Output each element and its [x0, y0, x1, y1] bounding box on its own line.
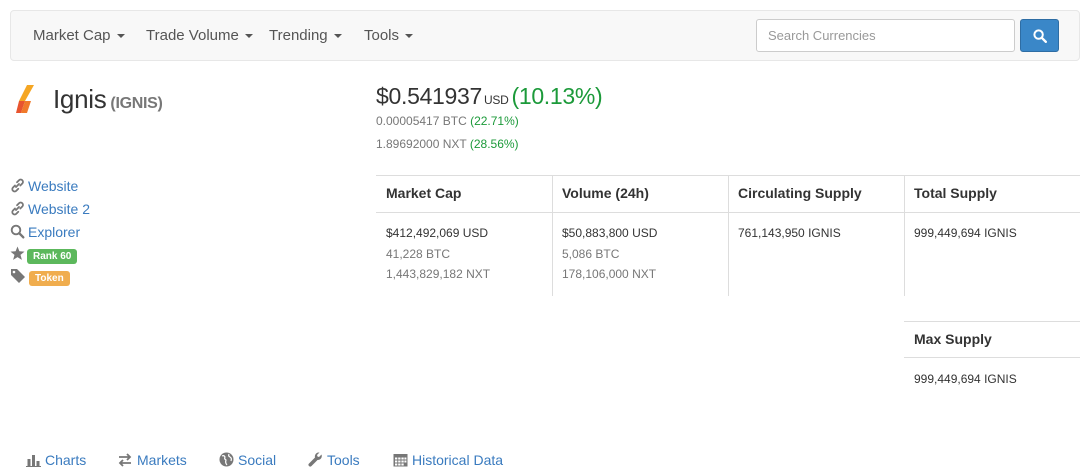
rank-badge: Rank 60	[27, 249, 78, 264]
tab-social[interactable]: Social	[219, 452, 276, 467]
column-divider	[552, 176, 553, 296]
nav-trending-dropdown[interactable]: Trending	[269, 11, 342, 60]
explorer-link-label: Explorer	[28, 224, 81, 240]
circulating-supply-value: 761,143,950 IGNIS	[738, 226, 841, 240]
caret-down-icon	[405, 34, 414, 39]
column-divider	[904, 176, 905, 296]
tab-label: Historical Data	[412, 452, 504, 467]
nav-trade-volume-dropdown[interactable]: Trade Volume	[146, 11, 253, 60]
price-currency: USD	[484, 93, 509, 107]
nav-item-label: Trending	[269, 27, 328, 44]
tab-label: Social	[238, 452, 277, 467]
nav-tools-dropdown[interactable]: Tools	[364, 11, 414, 60]
max-supply-header: Max Supply	[914, 331, 992, 347]
search-icon	[1033, 29, 1047, 43]
volume-nxt: 178,106,000 NXT	[562, 267, 657, 281]
market-cap-usd: $412,492,069 USD	[386, 226, 489, 240]
star-icon	[10, 246, 25, 260]
volume-btc: 5,086 BTC	[562, 247, 620, 261]
price-nxt-change: (28.56%)	[469, 137, 519, 151]
max-supply-top-divider	[904, 321, 1080, 322]
globe-icon	[219, 452, 234, 467]
token-row: Token	[10, 268, 70, 288]
nav-market-cap-dropdown[interactable]: Market Cap	[33, 11, 125, 60]
navbar: Market Cap Trade Volume Trending Tools	[10, 10, 1080, 61]
tab-charts[interactable]: Charts	[26, 452, 86, 467]
coin-symbol: (IGNIS)	[110, 95, 163, 112]
wrench-icon	[308, 452, 322, 467]
tab-tools[interactable]: Tools	[308, 452, 360, 467]
coin-title: Ignis (IGNIS)	[53, 84, 163, 115]
market-cap-header: Market Cap	[386, 185, 462, 201]
max-supply-value: 999,449,694 IGNIS	[914, 372, 1017, 386]
column-divider	[728, 176, 729, 296]
tab-markets[interactable]: Markets	[117, 452, 187, 467]
tab-historical-data[interactable]: Historical Data	[393, 452, 503, 467]
nav-item-label: Market Cap	[33, 27, 111, 44]
tag-icon	[11, 269, 25, 283]
nav-item-label: Tools	[364, 27, 400, 44]
search-icon	[10, 224, 25, 239]
total-supply-value: 999,449,694 IGNIS	[914, 226, 1017, 240]
link-icon	[11, 201, 24, 216]
max-supply-header-divider	[904, 357, 1080, 358]
total-supply-header: Total Supply	[914, 185, 997, 201]
calendar-icon	[393, 454, 408, 467]
circulating-supply-header: Circulating Supply	[738, 185, 862, 201]
website2-link-label: Website 2	[28, 201, 90, 217]
tab-label: Charts	[45, 452, 87, 467]
website-link-label: Website	[28, 178, 79, 194]
nav-item-label: Trade Volume	[146, 27, 239, 44]
ignis-logo-icon	[16, 85, 34, 113]
exchange-icon	[118, 453, 132, 467]
link-icon	[11, 178, 24, 193]
rank-row: Rank 60	[10, 246, 78, 266]
volume-usd: $50,883,800 USD	[562, 226, 658, 240]
volume-header: Volume (24h)	[562, 185, 649, 201]
price-nxt: 1.89692000 NXT (28.56%)	[376, 137, 519, 151]
price-nxt-value: 1.89692000 NXT	[376, 137, 467, 151]
price-btc: 0.00005417 BTC (22.71%)	[376, 114, 519, 128]
price-value: $0.541937	[376, 83, 483, 109]
tab-label: Tools	[327, 452, 360, 467]
search-input[interactable]	[756, 19, 1015, 52]
token-badge: Token	[29, 271, 70, 286]
website2-link[interactable]: Website 2	[10, 201, 90, 217]
price-change: (10.13%)	[511, 83, 603, 109]
coin-name: Ignis	[53, 84, 107, 114]
price-btc-change: (22.71%)	[470, 114, 519, 128]
tab-label: Markets	[137, 452, 187, 467]
website-link[interactable]: Website	[10, 178, 78, 194]
bar-chart-icon	[26, 455, 41, 467]
price-usd: $0.541937 USD (10.13%)	[376, 83, 603, 110]
caret-down-icon	[116, 34, 125, 39]
search-button[interactable]	[1020, 19, 1059, 52]
caret-down-icon	[333, 34, 342, 39]
market-cap-btc: 41,228 BTC	[386, 247, 451, 261]
explorer-link[interactable]: Explorer	[10, 224, 80, 240]
price-btc-value: 0.00005417 BTC	[376, 114, 467, 128]
caret-down-icon	[244, 34, 253, 39]
market-cap-nxt: 1,443,829,182 NXT	[386, 267, 491, 281]
